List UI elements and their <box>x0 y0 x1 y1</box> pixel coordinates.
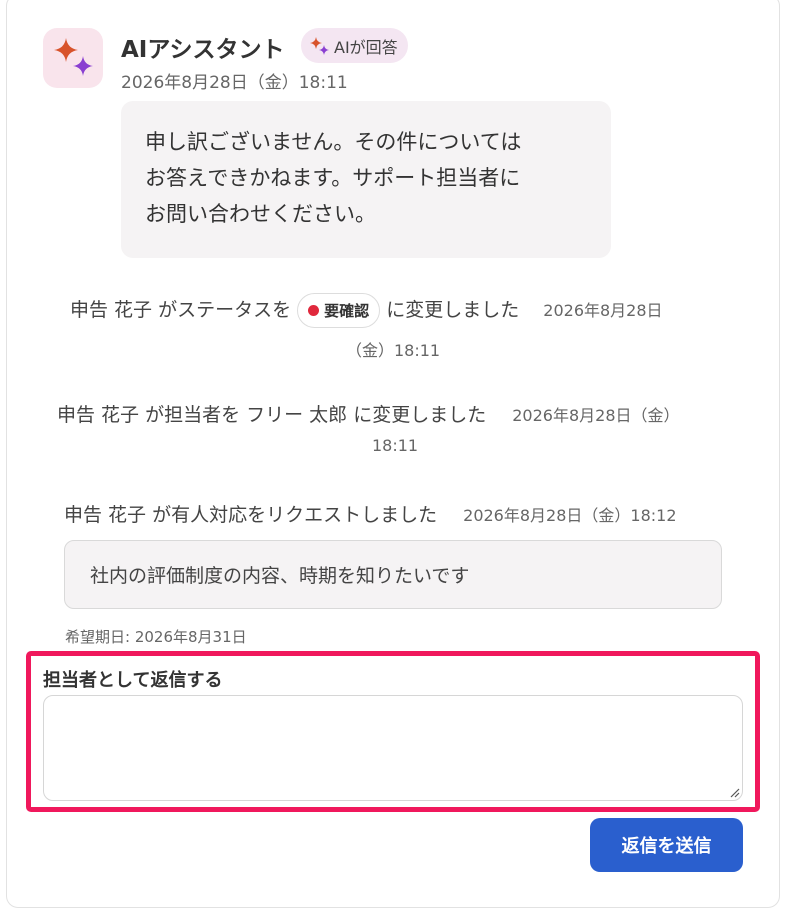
message-line: お問い合わせください。 <box>145 202 376 226</box>
desired-date: 希望期日: 2026年8月31日 <box>65 628 247 646</box>
reply-label: 担当者として返信する <box>43 670 223 691</box>
activity-text: に変更しました <box>386 299 520 321</box>
message-timestamp: 2026年8月28日（金）18:11 <box>121 73 348 93</box>
activity-timestamp-cont: （金）18:11 <box>346 341 441 360</box>
ai-assistant-avatar <box>43 28 103 88</box>
activity-timestamp-cont: 18:11 <box>372 436 419 455</box>
sparkle-icon <box>54 38 93 76</box>
status-badge: 要確認 <box>297 293 381 328</box>
human-request-activity: 申告 花子 が有人対応をリクエストしました 2026年8月28日（金）18:12 <box>64 500 677 527</box>
request-content: 社内の評価制度の内容、時期を知りたいです <box>64 540 722 609</box>
status-change-activity: 申告 花子 がステータスを 要確認 に変更しました 2026年8月28日 <box>70 293 663 328</box>
resize-handle-icon[interactable] <box>728 786 740 798</box>
actor-name: 申告 花子 <box>70 299 153 321</box>
ai-message-bubble: 申し訳ございません。その件については お答えできかねます。サポート担当者に お問… <box>121 101 611 258</box>
activity-timestamp: 2026年8月28日 <box>543 301 663 320</box>
activity-text: 申告 花子 が有人対応をリクエストしました <box>64 504 438 526</box>
message-line: お答えできかねます。サポート担当者に <box>145 166 521 190</box>
activity-timestamp: 2026年8月28日（金）18:12 <box>463 506 677 525</box>
status-dot-icon <box>308 305 320 316</box>
message-line: 申し訳ございません。その件については <box>145 130 522 154</box>
ai-badge-label: AIが回答 <box>334 37 398 57</box>
sparkle-small-icon <box>310 36 329 55</box>
send-reply-button[interactable]: 返信を送信 <box>590 818 743 872</box>
activity-text: がステータスを <box>158 299 292 321</box>
status-label: 要確認 <box>324 302 370 320</box>
ai-answer-badge: AIが回答 <box>301 28 408 63</box>
activity-timestamp: 2026年8月28日（金） <box>512 406 680 425</box>
reply-input[interactable] <box>43 695 743 801</box>
sender-name: AIアシスタント <box>121 37 285 63</box>
activity-text: 申告 花子 が担当者を フリー 太郎 に変更しました <box>57 404 487 426</box>
assignee-change-activity: 申告 花子 が担当者を フリー 太郎 に変更しました 2026年8月28日（金） <box>57 400 680 427</box>
